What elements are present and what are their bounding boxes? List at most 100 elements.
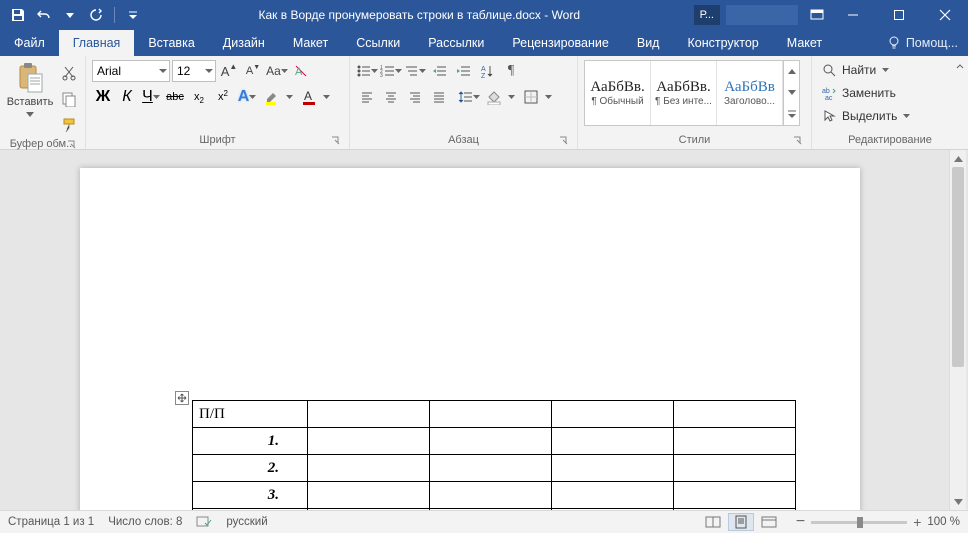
multilevel-list-icon[interactable] [404,60,426,82]
minimize-button[interactable] [830,0,876,30]
zoom-level[interactable]: 100 % [927,516,960,528]
table-row[interactable]: 3. [193,482,796,509]
tell-me[interactable]: Помощ... [877,30,968,56]
table-cell[interactable] [308,401,430,428]
styles-gallery[interactable]: АаБбВв.¶ Обычный АаБбВв.¶ Без инте... Аа… [584,60,800,126]
table-cell[interactable] [430,401,552,428]
bold-button[interactable]: Ж [92,86,114,108]
dialog-launcher-icon[interactable] [793,136,803,146]
tab-review[interactable]: Рецензирование [498,30,623,56]
scroll-up-icon[interactable] [950,150,966,167]
align-left-icon[interactable] [356,86,378,108]
save-icon[interactable] [6,3,30,27]
justify-icon[interactable] [428,86,450,108]
paste-button[interactable]: Вставить [6,60,54,122]
text-effects-icon[interactable]: A [236,86,258,108]
table-cell[interactable] [674,401,796,428]
web-layout-icon[interactable] [756,513,782,531]
superscript-button[interactable]: x2 [212,86,234,108]
zoom-out-icon[interactable]: − [796,513,805,531]
tab-design[interactable]: Дизайн [209,30,279,56]
status-language[interactable]: русский [226,516,267,528]
table-cell[interactable]: 3. [193,482,308,509]
tab-file[interactable]: Файл [0,30,59,56]
zoom-slider[interactable] [811,521,907,524]
tab-layout[interactable]: Макет [279,30,342,56]
tab-home[interactable]: Главная [59,30,135,56]
italic-button[interactable]: К [116,86,138,108]
tab-insert[interactable]: Вставка [134,30,208,56]
dialog-launcher-icon[interactable] [67,140,77,150]
table-row[interactable]: П/П [193,401,796,428]
align-right-icon[interactable] [404,86,426,108]
font-name-combo[interactable]: Arial [92,60,170,82]
status-word-count[interactable]: Число слов: 8 [108,516,182,528]
undo-icon[interactable] [32,3,56,27]
sort-icon[interactable]: AZ [476,60,498,82]
strikethrough-button[interactable]: abc [164,86,186,108]
document-area[interactable]: П/П 1. 2. 3. 4. 5. 6. 7. [0,150,968,510]
line-spacing-icon[interactable] [458,86,480,108]
decrease-indent-icon[interactable] [428,60,450,82]
grow-font-icon[interactable]: A▲ [218,60,240,82]
shrink-font-icon[interactable]: A▼ [242,60,264,82]
replace-button[interactable]: abacЗаменить [818,83,914,103]
style-no-spacing[interactable]: АаБбВв.¶ Без инте... [651,61,717,125]
tab-view[interactable]: Вид [623,30,674,56]
print-layout-icon[interactable] [728,513,754,531]
scroll-thumb[interactable] [952,167,964,367]
select-button[interactable]: Выделить [818,106,914,126]
format-painter-icon[interactable] [58,114,80,136]
increase-indent-icon[interactable] [452,60,474,82]
svg-text:ac: ac [825,95,833,100]
collapse-ribbon-icon[interactable] [952,56,968,150]
qat-customize-icon[interactable] [121,3,145,27]
spellcheck-icon[interactable] [196,515,212,529]
style-heading1[interactable]: АаБбВвЗаголово... [717,61,783,125]
styles-more[interactable] [783,61,799,125]
style-normal[interactable]: АаБбВв.¶ Обычный [585,61,651,125]
close-button[interactable] [922,0,968,30]
read-mode-icon[interactable] [700,513,726,531]
zoom-in-icon[interactable]: + [913,514,921,530]
subscript-button[interactable]: x2 [188,86,210,108]
underline-button[interactable]: Ч [140,86,162,108]
tab-table-design[interactable]: Конструктор [673,30,772,56]
maximize-button[interactable] [876,0,922,30]
dialog-launcher-icon[interactable] [331,136,341,146]
tab-references[interactable]: Ссылки [342,30,414,56]
change-case-icon[interactable]: Aa [266,60,288,82]
ribbon-display-options-icon[interactable] [804,0,830,30]
tab-mailings[interactable]: Рассылки [414,30,498,56]
show-marks-icon[interactable]: ¶ [500,60,522,82]
borders-button[interactable] [519,86,554,108]
table-cell[interactable]: 2. [193,455,308,482]
numbering-icon[interactable]: 123 [380,60,402,82]
undo-dropdown-icon[interactable] [58,3,82,27]
redo-icon[interactable] [84,3,108,27]
clear-formatting-icon[interactable]: A [290,60,312,82]
status-page[interactable]: Страница 1 из 1 [8,516,94,528]
table-row[interactable]: 1. [193,428,796,455]
scroll-down-icon[interactable] [950,493,966,510]
cut-icon[interactable] [58,62,80,84]
font-size-combo[interactable]: 12 [172,60,216,82]
account-area[interactable] [726,5,798,25]
document-table[interactable]: П/П 1. 2. 3. 4. 5. 6. 7. [192,400,796,510]
table-cell[interactable]: 1. [193,428,308,455]
table-cell[interactable] [552,401,674,428]
dialog-launcher-icon[interactable] [559,136,569,146]
align-center-icon[interactable] [380,86,402,108]
tab-table-layout[interactable]: Макет [773,30,836,56]
font-color-button[interactable]: A [297,86,332,108]
bullets-icon[interactable] [356,60,378,82]
vertical-scrollbar[interactable] [949,150,966,510]
table-cell[interactable]: П/П [193,401,308,428]
table-row[interactable]: 2. [193,455,796,482]
account-badge[interactable]: Р... [694,5,720,25]
highlight-button[interactable] [260,86,295,108]
table-move-handle-icon[interactable] [175,391,189,405]
copy-icon[interactable] [58,88,80,110]
find-button[interactable]: Найти [818,60,914,80]
shading-button[interactable] [482,86,517,108]
